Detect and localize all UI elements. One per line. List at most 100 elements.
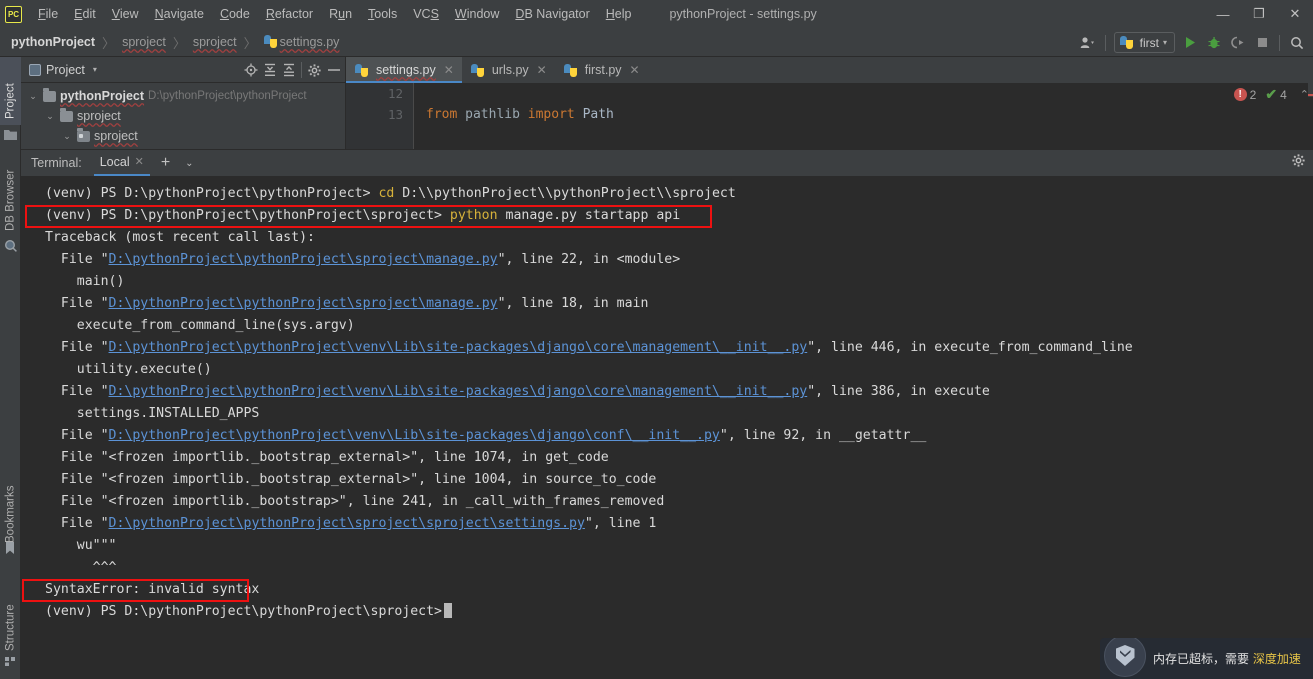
locate-icon[interactable] [241,59,260,81]
terminal-file-link[interactable]: D:\pythonProject\pythonProject\venv\Lib\… [109,384,808,399]
project-panel-title: Project [46,62,85,77]
close-icon[interactable]: ✕ [630,63,640,77]
user-icon[interactable] [1076,31,1100,55]
editor-tab-first-py[interactable]: first.py ✕ [555,57,648,83]
menu-refactor[interactable]: Refactor [258,4,321,24]
close-icon[interactable]: ✕ [444,63,454,77]
project-panel-header: Project ▾ [21,57,345,83]
minimize-button[interactable]: — [1205,0,1241,28]
notification-popup[interactable]: 内存已超标，需要 深度加速 [1100,638,1313,679]
debug-button[interactable] [1202,31,1226,55]
breadcrumb-item-1[interactable]: sproject [119,33,169,51]
sidebar-item-structure[interactable]: Structure [0,579,21,657]
menu-file[interactable]: File [30,4,66,24]
terminal-text: File " [45,296,109,311]
terminal-text: (venv) PS D:\pythonProject\pythonProject… [45,208,450,223]
terminal-text: ", line 386, in execute [807,384,990,399]
terminal-text: File "<frozen importlib._bootstrap_exter… [45,472,657,487]
search-icon[interactable] [1285,31,1309,55]
menu-run[interactable]: Run [321,4,360,24]
tree-node-pythonProject[interactable]: ⌄ pythonProject D:\pythonProject\pythonPro… [21,86,345,106]
terminal-tab-local[interactable]: Local ✕ [93,151,150,176]
tree-node-sproject[interactable]: ⌄ sproject [21,126,345,146]
db-icon [4,239,17,257]
breadcrumb-label: sproject [122,35,166,49]
structure-icon [5,653,16,671]
chevron-down-icon[interactable]: ⌄ [61,131,73,142]
chevron-down-icon[interactable]: ⌄ [27,91,39,102]
terminal-file-link[interactable]: D:\pythonProject\pythonProject\sproject\… [109,252,498,267]
stop-button[interactable] [1250,31,1274,55]
sidebar-item-db-browser[interactable]: DB Browser [0,145,21,237]
menu-edit[interactable]: Edit [66,4,104,24]
menu-window[interactable]: Window [447,4,507,24]
terminal-text: ", line 22, in <module> [497,252,681,267]
inspection-status[interactable]: ! 2 ✔ 4 ⌃ [1233,86,1309,103]
menu-help[interactable]: Help [598,4,640,24]
editor-tab-urls-py[interactable]: urls.py ✕ [462,57,555,83]
terminal-file-link[interactable]: D:\pythonProject\pythonProject\venv\Lib\… [109,428,720,443]
collapse-all-icon[interactable] [279,59,298,81]
chevron-down-icon[interactable]: ⌄ [44,111,56,122]
run-with-coverage-button[interactable] [1226,31,1250,55]
terminal-text: File " [45,340,109,355]
sidebar-item-project[interactable]: Project [0,57,21,125]
breadcrumb-label: settings.py [279,35,340,49]
close-button[interactable]: ✕ [1277,0,1313,28]
toolbar-divider-2 [1279,34,1280,51]
menu-code[interactable]: Code [212,4,258,24]
notification-link[interactable]: 深度加速 [1253,652,1301,666]
python-file-icon [470,63,484,77]
menu-db-navigator[interactable]: DB Navigator [507,4,597,24]
run-configuration-selector[interactable]: first ▾ [1113,32,1175,53]
breadcrumb-item-0[interactable]: pythonProject [8,33,98,51]
settings-gear-icon[interactable] [1292,154,1305,170]
menu-view[interactable]: View [104,4,147,24]
new-terminal-button[interactable]: + [156,154,175,172]
terminal-text: python [449,208,506,223]
close-icon[interactable]: ✕ [135,155,144,168]
terminal-text: ", line 92, in __getattr__ [719,428,927,443]
editor-tab-settings-py[interactable]: settings.py ✕ [346,57,462,83]
chevron-down-icon[interactable]: ▾ [93,65,97,74]
expand-all-icon[interactable] [260,59,279,81]
settings-gear-icon[interactable] [305,59,324,81]
terminal-line: File "<frozen importlib._bootstrap_exter… [45,469,1313,491]
menu-navigate[interactable]: Navigate [147,4,212,24]
code-token: pathlib [465,107,528,122]
error-icon: ! [1233,88,1247,101]
terminal-output[interactable]: (venv) PS D:\pythonProject\pythonProject… [21,177,1313,679]
terminal-file-link[interactable]: D:\pythonProject\pythonProject\sproject\… [109,296,498,311]
python-file-icon [355,63,368,77]
terminal-text: (venv) PS D:\pythonProject\pythonProject… [45,186,379,201]
tree-node-sproject[interactable]: ⌄ sproject [21,106,345,126]
run-button[interactable] [1178,31,1202,55]
terminal-text: (venv) PS D:\pythonProject\pythonProject… [45,604,442,619]
terminal-text: ", line 446, in execute_from_command_lin… [807,340,1133,355]
terminal-file-link[interactable]: D:\pythonProject\pythonProject\sproject\… [109,516,585,531]
db-browser-tab-label: DB Browser [4,169,17,231]
terminal-line: (venv) PS D:\pythonProject\pythonProject… [45,205,1313,227]
maximize-button[interactable]: ❐ [1241,0,1277,28]
window-title: pythonProject - settings.py [669,7,817,21]
terminal-line: (venv) PS D:\pythonProject\pythonProject… [45,183,1313,205]
terminal-text: File " [45,384,109,399]
terminal-line: utility.execute() [45,359,1313,381]
chevron-down-icon[interactable]: ⌄ [181,158,197,169]
sidebar-item-bookmarks[interactable]: Bookmarks [0,461,21,549]
chevron-down-icon: ▾ [1162,38,1167,47]
breadcrumb-item-3[interactable]: settings.py [261,33,343,51]
navigation-bar: pythonProject 〉 sproject 〉 sproject 〉 settings… [0,28,1313,57]
code-area[interactable]: 12 13 from pathlib import Path ! 2 ✔ 4 ⌃ [346,83,1313,149]
menu-vcs[interactable]: VCS [405,4,447,24]
close-icon[interactable]: ✕ [537,63,547,77]
run-config-name: first [1139,35,1159,50]
breadcrumb-item-2[interactable]: sproject [190,33,240,51]
terminal-line: File "<frozen importlib._bootstrap>", li… [45,491,1313,513]
terminal-header: Terminal: Local ✕ + ⌄ [21,150,1313,177]
terminal-file-link[interactable]: D:\pythonProject\pythonProject\venv\Lib\… [109,340,808,355]
menu-bar: File Edit View Navigate Code Refactor Run Tools… [30,4,639,24]
hide-panel-icon[interactable] [324,59,343,81]
menu-tools[interactable]: Tools [360,4,405,24]
python-file-icon [263,35,277,48]
